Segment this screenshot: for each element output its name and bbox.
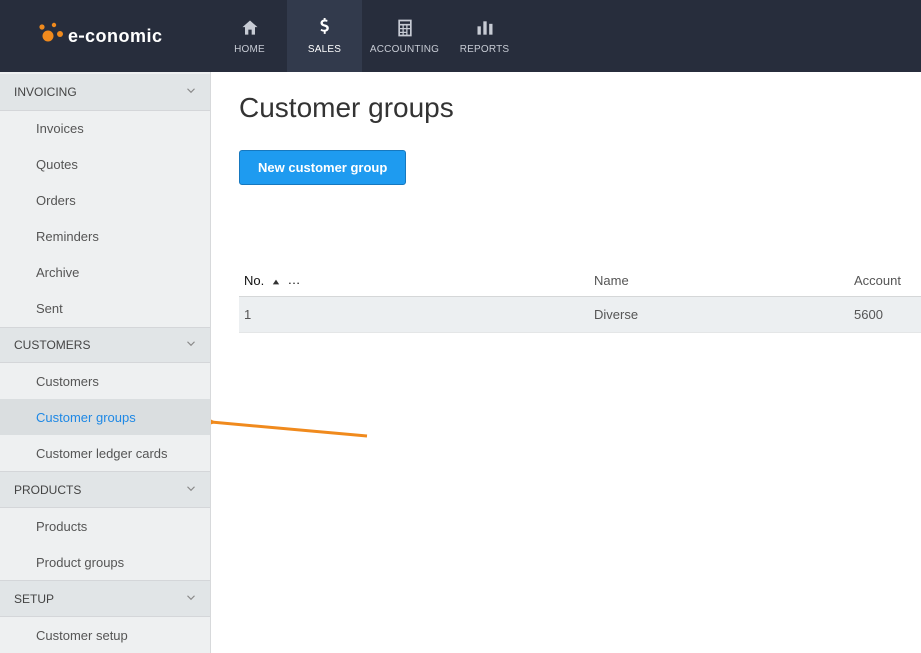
sidebar-item-sent[interactable]: Sent [0, 291, 210, 327]
sidebar-item-label: Orders [36, 193, 76, 208]
sidebar-item-label: Reminders [36, 229, 99, 244]
nav-accounting[interactable]: ACCOUNTING [362, 0, 447, 72]
sidebar-item-archive[interactable]: Archive [0, 255, 210, 291]
topbar: e conomic HOME SALES ACCOUNTING REPORTS [0, 0, 921, 72]
column-header-label: Account [854, 273, 901, 288]
sidebar-section-label: SETUP [14, 592, 54, 606]
nav-accounting-label: ACCOUNTING [370, 44, 439, 55]
sidebar-section-products[interactable]: PRODUCTS [0, 471, 210, 508]
sidebar-item-customer-groups[interactable]: Customer groups [0, 399, 210, 435]
sidebar-section-customers[interactable]: CUSTOMERS [0, 327, 210, 364]
column-options-icon[interactable]: … [287, 272, 301, 287]
page-title: Customer groups [239, 92, 921, 124]
sidebar-item-label: Archive [36, 265, 79, 280]
sidebar-section-label: INVOICING [14, 85, 77, 99]
annotation-arrow [211, 414, 377, 444]
content-area: Customer groups New customer group No. … [211, 72, 921, 653]
sidebar-item-label: Customer setup [36, 628, 128, 643]
cell-account: 5600 [849, 297, 921, 333]
sidebar-item-label: Customer groups [36, 410, 136, 425]
new-customer-group-button[interactable]: New customer group [239, 150, 406, 185]
column-header-account[interactable]: Account [849, 265, 921, 297]
table-row[interactable]: 1 Diverse 5600 [239, 297, 921, 333]
sidebar-section-setup[interactable]: SETUP [0, 580, 210, 617]
sidebar-item-label: Product groups [36, 555, 124, 570]
sidebar-item-label: Quotes [36, 157, 78, 172]
sidebar-item-reminders[interactable]: Reminders [0, 219, 210, 255]
customer-groups-table: No. … Name Account [239, 265, 921, 333]
cell-name: Diverse [589, 297, 849, 333]
sidebar-item-customer-setup[interactable]: Customer setup [0, 617, 210, 653]
nav-home-label: HOME [234, 44, 265, 55]
column-header-name[interactable]: Name [589, 265, 849, 297]
chevron-down-icon [184, 337, 198, 354]
sidebar-item-label: Sent [36, 301, 63, 316]
sidebar: INVOICING Invoices Quotes Orders Reminde… [0, 72, 211, 653]
cell-no: 1 [239, 297, 589, 333]
sidebar-item-label: Products [36, 519, 87, 534]
nav-home[interactable]: HOME [212, 0, 287, 72]
nav-reports[interactable]: REPORTS [447, 0, 522, 72]
sidebar-item-product-groups[interactable]: Product groups [0, 544, 210, 580]
column-header-label: No. [244, 273, 264, 288]
main-area: INVOICING Invoices Quotes Orders Reminde… [0, 72, 921, 653]
chevron-down-icon [184, 83, 198, 100]
sidebar-section-label: PRODUCTS [14, 483, 81, 497]
sidebar-item-label: Invoices [36, 121, 84, 136]
sidebar-item-orders[interactable]: Orders [0, 183, 210, 219]
nav-reports-label: REPORTS [460, 44, 510, 55]
sidebar-section-label: CUSTOMERS [14, 338, 90, 352]
top-nav: HOME SALES ACCOUNTING REPORTS [212, 0, 522, 72]
nav-sales-label: SALES [308, 44, 341, 55]
sidebar-section-invoicing[interactable]: INVOICING [0, 74, 210, 111]
chevron-down-icon [184, 590, 198, 607]
sidebar-item-products[interactable]: Products [0, 508, 210, 544]
sidebar-item-label: Customer ledger cards [36, 446, 168, 461]
sort-asc-icon [272, 278, 280, 286]
nav-sales[interactable]: SALES [287, 0, 362, 72]
sidebar-item-quotes[interactable]: Quotes [0, 147, 210, 183]
sidebar-item-label: Customers [36, 374, 99, 389]
column-header-label: Name [594, 273, 629, 288]
column-header-no[interactable]: No. … [239, 265, 589, 297]
sidebar-item-customers[interactable]: Customers [0, 363, 210, 399]
sidebar-item-invoices[interactable]: Invoices [0, 111, 210, 147]
brand-logo: e conomic [0, 0, 212, 72]
svg-text:conomic: conomic [85, 26, 163, 46]
sidebar-item-customer-ledger-cards[interactable]: Customer ledger cards [0, 435, 210, 471]
svg-text:e: e [68, 26, 79, 46]
chevron-down-icon [184, 481, 198, 498]
